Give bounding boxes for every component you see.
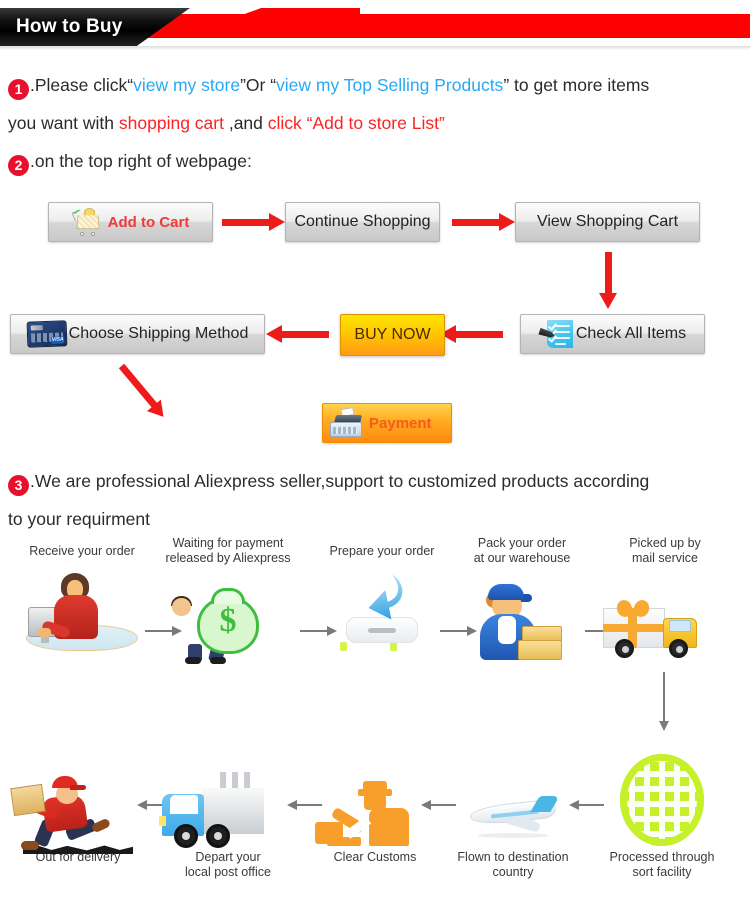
ship-caption-line2: at our warehouse [473,551,571,565]
ship-caption-line1: Picked up by [629,536,701,550]
purchase-flowchart: Add to Cart Continue Shopping View Shopp… [0,186,750,456]
arrow-pickup-to-sort [659,672,669,731]
choose-shipping-method-button[interactable]: VISA Choose Shipping Method [10,314,265,354]
post-truck-icon [158,746,298,850]
how-to-buy-page: How to Buy 1 .Please click“view my store”… [0,0,750,913]
payment-label: Payment [369,414,432,432]
step-1-text-c: ” to get more items [503,75,650,95]
ship-caption-line2: mail service [632,551,698,565]
add-to-cart-button[interactable]: Add to Cart [48,202,213,242]
ship-step-picked-up: Picked up by mail service [595,536,735,662]
ship-step-depart-post-office: Depart your local post office [158,746,298,880]
ship-caption-line2: released by Aliexpress [165,551,291,565]
customs-officer-icon [305,746,445,850]
ship-step-flown-destination: Flown to destination country [443,746,583,880]
check-all-items-label: Check All Items [575,325,687,342]
choose-shipping-method-label: Choose Shipping Method [68,325,249,342]
arrow-buynow-to-shipping [266,325,329,343]
step-1-text-a: .Please click“ [30,75,134,95]
ship-step-pack-order: Pack your order at our warehouse [452,536,592,662]
ship-caption-line1: Depart your [195,850,261,864]
ship-step-receive-order: Receive your order [12,544,152,651]
money-bag-icon: $ [158,570,298,664]
step-3-paragraph-line2: to your requirment [8,500,750,538]
mail-truck-icon [595,570,735,662]
view-my-store-link[interactable]: view my store [133,75,240,95]
view-shopping-cart-label: View Shopping Cart [536,213,679,230]
step-3-text-line1: .We are professional Aliexpress seller,s… [30,471,650,491]
buy-now-button[interactable]: BUY NOW [340,314,445,356]
step-1-paragraph-line2: you want with shopping cart ,and click “… [8,104,750,142]
add-to-cart-label: Add to Cart [107,213,190,231]
arrow-viewcart-to-check [599,252,617,309]
shopping-cart-emphasis: shopping cart [118,113,224,133]
ship-caption-line2: local post office [185,865,271,879]
ship-step-waiting-payment: Waiting for payment released by Aliexpre… [158,536,298,664]
ship-caption-line1: Waiting for payment [172,536,284,550]
ship-caption: Clear Customs [333,850,417,864]
step-2-badge: 2 [8,155,29,176]
step-3-block: 3 .We are professional Aliexpress seller,… [0,456,750,538]
ship-caption-line1: Processed through [609,850,715,864]
header-banner: How to Buy [0,0,750,52]
ship-step-prepare-order: Prepare your order [312,544,452,651]
check-all-items-button[interactable]: Check All Items [520,314,705,354]
step-2-paragraph: 2 .on the top right of webpage: [8,142,750,180]
ship-caption-line2: country [492,865,534,879]
arrow-add-to-continue [222,213,285,231]
step-1-text-b: ”Or “ [240,75,277,95]
step-1-text-e: ,and [223,113,268,133]
shipping-row-1: Receive your order Waiting for payment r… [0,536,750,731]
cash-register-icon [327,406,367,439]
banner-black-tab: How to Buy [0,8,190,46]
person-at-computer-icon [12,559,152,651]
shipping-process-diagram: Receive your order Waiting for payment r… [0,536,750,884]
step-1-badge: 1 [8,79,29,100]
arrow-check-to-buynow [440,325,503,343]
step-1-paragraph: 1 .Please click“view my store”Or “view my… [8,66,750,104]
payment-button[interactable]: Payment [322,403,452,443]
shopping-cart-icon [71,207,106,237]
delivery-runner-icon [8,746,148,854]
download-box-icon [312,559,452,651]
step-3-badge: 3 [8,475,29,496]
ship-caption: Prepare your order [329,544,435,558]
add-to-store-list-emphasis: click “Add to store List” [267,113,445,133]
continue-shopping-label: Continue Shopping [294,213,431,230]
ship-caption-line1: Pack your order [477,536,567,550]
ship-caption-line2: sort facility [632,865,692,879]
checklist-icon [539,318,575,350]
instructions-block: 1 .Please click“view my store”Or “view my… [0,52,750,180]
shipping-row-2: Out for delivery Depart your local post … [0,746,750,906]
warehouse-worker-icon [452,570,592,662]
airplane-icon [443,746,583,850]
ship-step-out-for-delivery: Out for delivery [8,746,148,865]
arrow-continue-to-viewcart [452,213,515,231]
ship-caption-line1: Flown to destination [457,850,569,864]
arrow-shipping-to-payment [118,363,158,409]
step-2-text: .on the top right of webpage: [30,151,252,171]
continue-shopping-button[interactable]: Continue Shopping [285,202,440,242]
credit-card-icon: VISA [26,320,68,348]
view-shopping-cart-button[interactable]: View Shopping Cart [515,202,700,242]
banner-shadow [0,46,750,50]
globe-grid-icon [592,746,732,850]
ship-step-sort-facility: Processed through sort facility [592,746,732,880]
buy-now-label: BUY NOW [354,326,431,343]
step-3-text-line2: to your requirment [8,509,151,529]
ship-caption: Receive your order [29,544,135,558]
step-1-text-d: you want with [8,113,119,133]
step-3-paragraph: 3 .We are professional Aliexpress seller,… [8,462,750,500]
top-selling-products-link[interactable]: view my Top Selling Products [276,75,503,95]
page-title: How to Buy [16,16,123,37]
